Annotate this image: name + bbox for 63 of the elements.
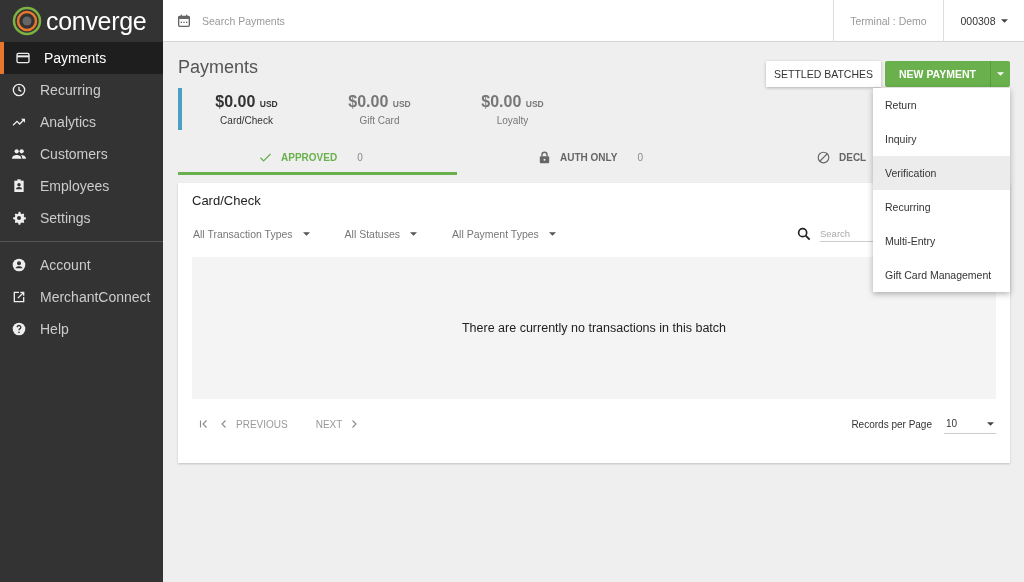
account-icon <box>11 257 27 273</box>
logo-icon <box>12 6 42 36</box>
terminal-label: Terminal : Demo <box>850 14 927 27</box>
tab-count: 0 <box>357 151 363 163</box>
caret-icon <box>987 421 994 426</box>
search-icon <box>796 226 812 242</box>
menu-item[interactable]: Gift Card Management <box>873 258 1010 292</box>
card-title: Card/Check <box>192 193 261 208</box>
sidebar-item[interactable]: MerchantConnect <box>0 281 163 313</box>
tab-label: DECL <box>839 151 867 163</box>
settings-icon <box>11 210 27 226</box>
summary-item[interactable]: $0.00 USD Card/Check <box>178 88 311 130</box>
tab-label: AUTH ONLY <box>560 151 618 163</box>
card-icon <box>15 50 31 66</box>
clock-icon <box>11 82 27 98</box>
filter-dropdown[interactable]: All Statuses <box>344 228 418 240</box>
caret-icon <box>1000 18 1008 23</box>
search-field[interactable]: Search Payments <box>200 13 404 28</box>
sidebar-item[interactable]: Recurring <box>0 74 163 106</box>
menu-item[interactable]: Recurring <box>873 190 1010 224</box>
summary-item[interactable]: $0.00 USD Loyalty <box>444 88 577 130</box>
caret-icon <box>302 232 310 236</box>
caret-icon <box>548 232 556 236</box>
blocked-icon <box>816 149 831 165</box>
help-icon <box>11 321 27 337</box>
sidebar-item[interactable]: Employees <box>0 170 163 202</box>
caret-icon <box>997 72 1004 76</box>
summary-item[interactable]: $0.00 USD Gift Card <box>311 88 444 130</box>
sidebar-item[interactable]: Analytics <box>0 106 163 138</box>
caret-icon <box>410 232 418 236</box>
id-badge-icon <box>11 178 27 194</box>
settled-batches-button[interactable]: SETTLED BATCHES <box>766 61 881 87</box>
summary-label: Gift Card <box>359 114 400 126</box>
sidebar-item[interactable]: Payments <box>0 42 163 74</box>
menu-item[interactable]: Inquiry <box>873 122 1010 156</box>
status-tab[interactable]: AUTH ONLY 0 <box>457 142 736 175</box>
sidebar-item[interactable]: Help <box>0 313 163 345</box>
people-icon <box>11 146 27 162</box>
tab-label: APPROVED <box>281 151 338 163</box>
filter-dropdown[interactable]: All Payment Types <box>452 228 556 240</box>
amount: $0.00 USD <box>348 92 411 111</box>
records-select[interactable]: 10 <box>944 414 996 434</box>
calendar-icon <box>176 12 192 29</box>
empty-message: There are currently no transactions in this batch <box>462 321 726 335</box>
sidebar-item[interactable]: Customers <box>0 138 163 170</box>
sidebar-item[interactable]: Account <box>0 249 163 281</box>
menu-item[interactable]: Verification <box>873 156 1010 190</box>
lock-icon <box>537 149 552 165</box>
sidebar-item[interactable]: Settings <box>0 202 163 234</box>
user-menu[interactable]: 000308 <box>943 0 1024 42</box>
amount: $0.00 USD <box>481 92 544 111</box>
status-tab[interactable]: DECL <box>736 142 871 175</box>
summary-label: Card/Check <box>220 114 273 126</box>
amount: $0.00 USD <box>215 92 278 111</box>
menu-item[interactable]: Return <box>873 88 1010 122</box>
tab-count: 0 <box>637 151 643 163</box>
external-link-icon <box>11 289 27 305</box>
filter-dropdown[interactable]: All Transaction Types <box>193 228 310 240</box>
summary-label: Loyalty <box>496 114 529 126</box>
first-page-icon[interactable] <box>198 418 210 430</box>
records-label: Records per Page <box>851 418 932 430</box>
brand-name: converge <box>46 6 147 36</box>
page-title: Payments <box>178 57 259 78</box>
